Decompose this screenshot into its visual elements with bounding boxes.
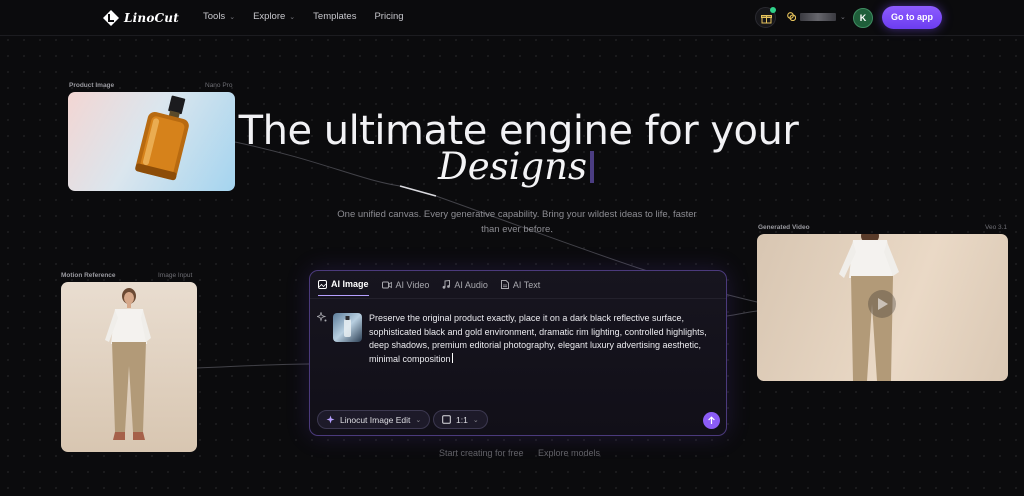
video-card-label: Generated Video [758, 224, 810, 231]
brand-name: LinoCut [124, 11, 179, 25]
main-menu: Tools ⌄ Explore ⌄ Templates Pricing [203, 11, 404, 22]
bottle-thumbnail-image [344, 316, 351, 337]
notification-dot [770, 7, 776, 13]
document-icon [500, 280, 509, 289]
nav-item-explore[interactable]: Explore ⌄ [253, 11, 295, 22]
user-avatar[interactable]: K [853, 8, 873, 28]
motion-card-label: Motion Reference [61, 272, 116, 279]
nav-item-tools[interactable]: Tools ⌄ [203, 11, 235, 22]
play-button[interactable] [868, 290, 896, 318]
play-icon [878, 298, 888, 310]
explore-models-link[interactable]: Explore models [538, 448, 600, 458]
model-select-value: Linocut Image Edit [340, 414, 411, 425]
tab-divider [310, 298, 726, 299]
prompt-text: Preserve the original product exactly, p… [369, 313, 707, 364]
tab-ai-text[interactable]: AI Text [500, 279, 541, 296]
arrow-up-icon [708, 416, 715, 424]
brand-logo[interactable]: LinoCut [102, 9, 179, 27]
tab-label: AI Text [512, 279, 541, 290]
nav-item-label: Explore [253, 11, 286, 22]
nav-item-label: Templates [313, 11, 357, 22]
tab-ai-image[interactable]: AI Image [318, 279, 369, 296]
chevron-down-icon: ⌄ [472, 416, 479, 424]
tab-label: AI Image [331, 279, 369, 289]
reference-thumbnail[interactable] [333, 313, 362, 342]
credits-menu[interactable]: ⌄ [787, 12, 846, 21]
typing-cursor [589, 151, 594, 183]
model-photo-image [105, 288, 151, 440]
music-icon [442, 280, 451, 289]
product-card-tag: Nano Pro [205, 82, 233, 89]
chevron-down-icon: ⌄ [229, 13, 236, 21]
nav-item-pricing[interactable]: Pricing [374, 11, 403, 22]
image-icon [318, 279, 327, 289]
nav-item-label: Pricing [374, 11, 404, 22]
tab-ai-audio[interactable]: AI Audio [442, 279, 488, 296]
top-navbar: LinoCut Tools ⌄ Explore ⌄ Templates Pric… [0, 0, 1024, 36]
tab-ai-video[interactable]: AI Video [381, 279, 430, 296]
hero-accent-word: Designs [438, 145, 587, 188]
hero-subtitle: One unified canvas. Every generative cap… [337, 209, 697, 235]
product-card-label: Product Image [69, 82, 115, 89]
motion-reference-card[interactable] [61, 282, 197, 452]
chevron-down-icon: ⌄ [840, 13, 846, 21]
sparkle-icon[interactable] [317, 312, 327, 322]
nav-item-templates[interactable]: Templates [313, 11, 356, 22]
go-to-app-button[interactable]: Go to app [882, 6, 942, 29]
gift-button[interactable] [755, 7, 776, 28]
motion-card-tag: Image Input [158, 272, 193, 279]
text-caret [451, 352, 453, 363]
generated-video-card[interactable] [757, 234, 1008, 381]
chevron-down-icon: ⌄ [415, 416, 422, 424]
prompt-input[interactable]: Preserve the original product exactly, p… [369, 312, 714, 366]
chevron-down-icon: ⌄ [289, 13, 296, 21]
model-select[interactable]: Linocut Image Edit ⌄ [317, 410, 431, 429]
hero-headline-accent: Designs [0, 145, 1024, 188]
credits-value-blurred [800, 12, 836, 21]
aspect-ratio-select[interactable]: 1:1 ⌄ [433, 410, 488, 429]
model-icon [326, 415, 335, 424]
video-card-tag: Veo 3.1 [985, 224, 1008, 231]
square-ratio-icon [442, 415, 451, 424]
linocut-logo-icon [103, 10, 119, 26]
aspect-ratio-value: 1:1 [456, 414, 468, 425]
gift-icon [761, 15, 772, 24]
nav-item-label: Tools [203, 11, 226, 22]
composer-tabs: AI Image AI Video AI Audio AI Text [318, 279, 540, 296]
video-icon [381, 281, 392, 288]
tab-label: AI Video [395, 279, 430, 290]
send-button[interactable] [703, 412, 720, 429]
coin-icon [787, 12, 796, 21]
tab-label: AI Audio [454, 279, 488, 290]
start-creating-link[interactable]: Start creating for free [439, 448, 524, 458]
prompt-composer: AI Image AI Video AI Audio AI Text Prese… [309, 270, 727, 436]
